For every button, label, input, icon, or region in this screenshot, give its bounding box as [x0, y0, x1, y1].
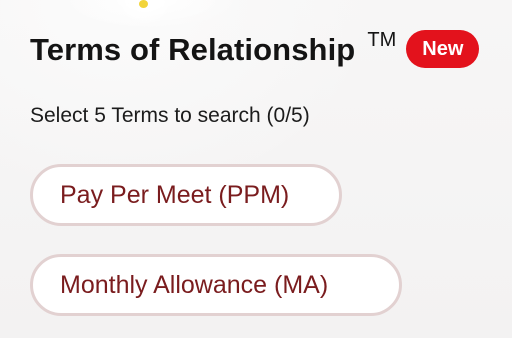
term-chip-monthly-allowance[interactable]: Monthly Allowance (MA) — [30, 254, 402, 316]
flower-center — [139, 0, 148, 8]
trademark-mark: TM — [367, 29, 397, 51]
section-title: Terms of Relationship — [30, 32, 356, 67]
section-header: Terms of Relationship TM New — [30, 29, 480, 70]
new-badge: New — [406, 30, 480, 68]
selection-instruction: Select 5 Terms to search (0/5) — [30, 104, 310, 127]
term-chip-pay-per-meet[interactable]: Pay Per Meet (PPM) — [30, 164, 342, 226]
